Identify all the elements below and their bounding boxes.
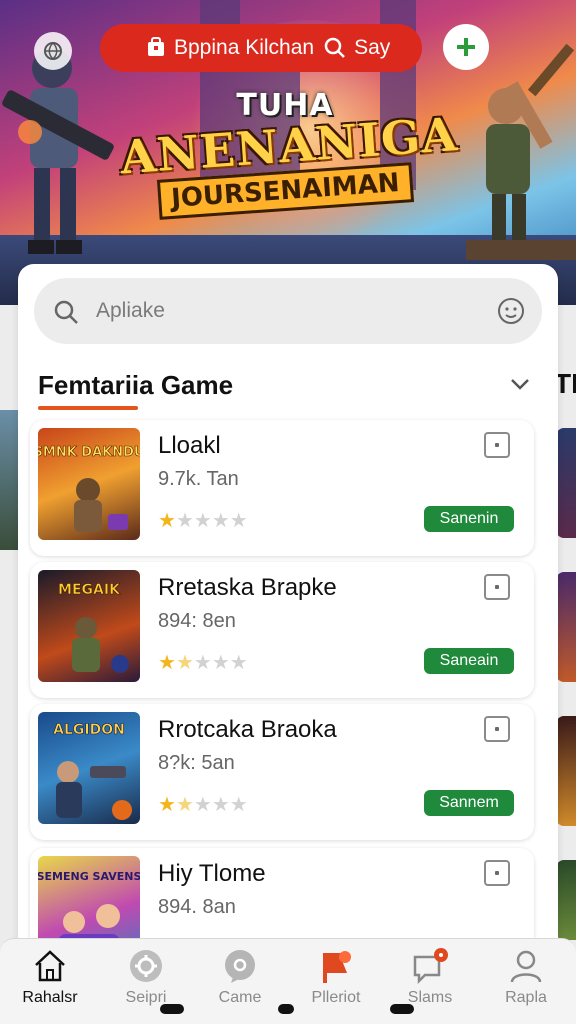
nav-label: Rapla (505, 989, 547, 1006)
flag-icon (323, 951, 351, 983)
section-underline (38, 406, 138, 410)
game-meta: 894. 8an (158, 896, 236, 918)
game-art: ALGIDON (53, 722, 132, 820)
adjacent-card-right[interactable] (556, 860, 576, 940)
top-left-icon-button[interactable] (34, 32, 72, 70)
more-options-icon[interactable] (484, 716, 510, 742)
game-card[interactable]: SMNK DAKNDU Lloakl 9.7k. Tan ★★★★★ Sanen… (30, 420, 534, 556)
add-button[interactable] (443, 24, 489, 70)
system-nav-bar (390, 1004, 414, 1014)
star-icon: ★ (193, 652, 212, 674)
star-icon: ★ (193, 510, 212, 532)
search-bar[interactable] (34, 278, 542, 344)
star-icon: ★ (175, 794, 194, 816)
game-action-button[interactable]: Saneain (424, 648, 514, 674)
header-search-pill[interactable]: Bppina Kilchan Say (100, 24, 422, 72)
star-icon: ★ (211, 794, 230, 816)
nav-item-came[interactable]: Came (192, 943, 288, 1009)
game-action-button[interactable]: Sannem (424, 790, 514, 816)
nav-label: Came (218, 989, 262, 1006)
star-icon: ★ (175, 510, 194, 532)
more-options-icon[interactable] (484, 432, 510, 458)
nav-item-rapla[interactable]: Rapla (478, 943, 574, 1009)
star-icon: ★ (229, 510, 248, 532)
star-icon: ★ (193, 794, 212, 816)
star-rating: ★★★★★ (158, 792, 248, 817)
game-name: Rrotcaka Braoka (158, 716, 337, 743)
chat-notification-icon (413, 948, 448, 985)
adjacent-card-right[interactable] (556, 716, 576, 826)
game-thumbnail: MEGAIK (38, 570, 140, 682)
game-name: Lloakl (158, 432, 221, 459)
search-icon (54, 300, 78, 324)
game-meta: 8?k: 5an (158, 752, 235, 774)
gear-badge-icon (130, 950, 162, 982)
game-art-title: MEGAIK (58, 582, 121, 598)
search-input[interactable] (96, 292, 476, 330)
adjacent-card-right[interactable] (556, 572, 576, 682)
nav-item-seipri[interactable]: Seipri (98, 943, 194, 1009)
star-icon: ★ (211, 510, 230, 532)
games-panel: Femtariia Game SMNK DAKNDU Lloakl 9.7k. … (18, 264, 558, 1024)
game-card[interactable]: MEGAIK Rretaska Brapke 894: 8en ★★★★★ Sa… (30, 562, 534, 698)
star-icon: ★ (158, 652, 176, 674)
section-title: Femtariia Game (38, 370, 234, 400)
adjacent-card-right[interactable] (556, 428, 576, 538)
system-nav-bar (160, 1004, 184, 1014)
star-icon: ★ (158, 794, 176, 816)
star-icon: ★ (175, 652, 194, 674)
search-icon (324, 37, 345, 58)
banner-title: TUHA ANENANIGA JOURSENAIMAN (119, 88, 460, 220)
home-icon (35, 950, 65, 982)
game-card[interactable]: ALGIDON Rrotcaka Braoka 8?k: 5an ★★★★★ S… (30, 704, 534, 840)
game-art-title: SEMENG SAVENS (38, 870, 140, 883)
star-rating: ★★★★★ (158, 650, 248, 675)
adjacent-card-left[interactable] (0, 410, 18, 550)
chevron-down-icon[interactable] (508, 372, 532, 396)
game-meta: 9.7k. Tan (158, 468, 239, 490)
star-icon: ★ (229, 652, 248, 674)
more-options-icon[interactable] (484, 860, 510, 886)
nav-label: Plleriot (311, 989, 361, 1006)
shopping-bag-icon (148, 37, 164, 56)
game-name: Rretaska Brapke (158, 574, 337, 601)
header-pill-suffix: Say (354, 36, 391, 59)
star-icon: ★ (158, 510, 176, 532)
game-action-button[interactable]: Sanenin (424, 506, 514, 532)
nav-item-plleriot[interactable]: Plleriot (288, 943, 384, 1009)
star-icon: ★ (211, 652, 230, 674)
star-rating: ★★★★★ (158, 508, 248, 533)
smiley-icon[interactable] (496, 296, 526, 326)
star-icon: ★ (229, 794, 248, 816)
more-options-icon[interactable] (484, 574, 510, 600)
header-pill-text: Bppina Kilchan (174, 36, 315, 59)
game-meta: 894: 8en (158, 610, 236, 632)
chat-bubble-icon (225, 950, 255, 983)
plus-icon (457, 38, 475, 56)
game-art: MEGAIK (58, 582, 129, 673)
game-name: Hiy Tlome (158, 860, 266, 887)
game-art-title: SMNK DAKNDU (38, 445, 140, 460)
profile-icon (510, 950, 542, 983)
game-art: SMNK DAKNDU (38, 445, 140, 532)
globe-icon (44, 42, 62, 60)
system-nav-bar (278, 1004, 294, 1014)
nav-item-home[interactable]: Rahalsr (2, 943, 98, 1009)
app-screen: TUHA ANENANIGA JOURSENAIMAN Bppina Kilch… (0, 0, 576, 1024)
nav-item-slams[interactable]: Slams (382, 943, 478, 1009)
nav-label: Rahalsr (22, 989, 78, 1006)
game-art-title: ALGIDON (53, 722, 125, 738)
game-thumbnail: SMNK DAKNDU (38, 428, 140, 540)
game-thumbnail: ALGIDON (38, 712, 140, 824)
